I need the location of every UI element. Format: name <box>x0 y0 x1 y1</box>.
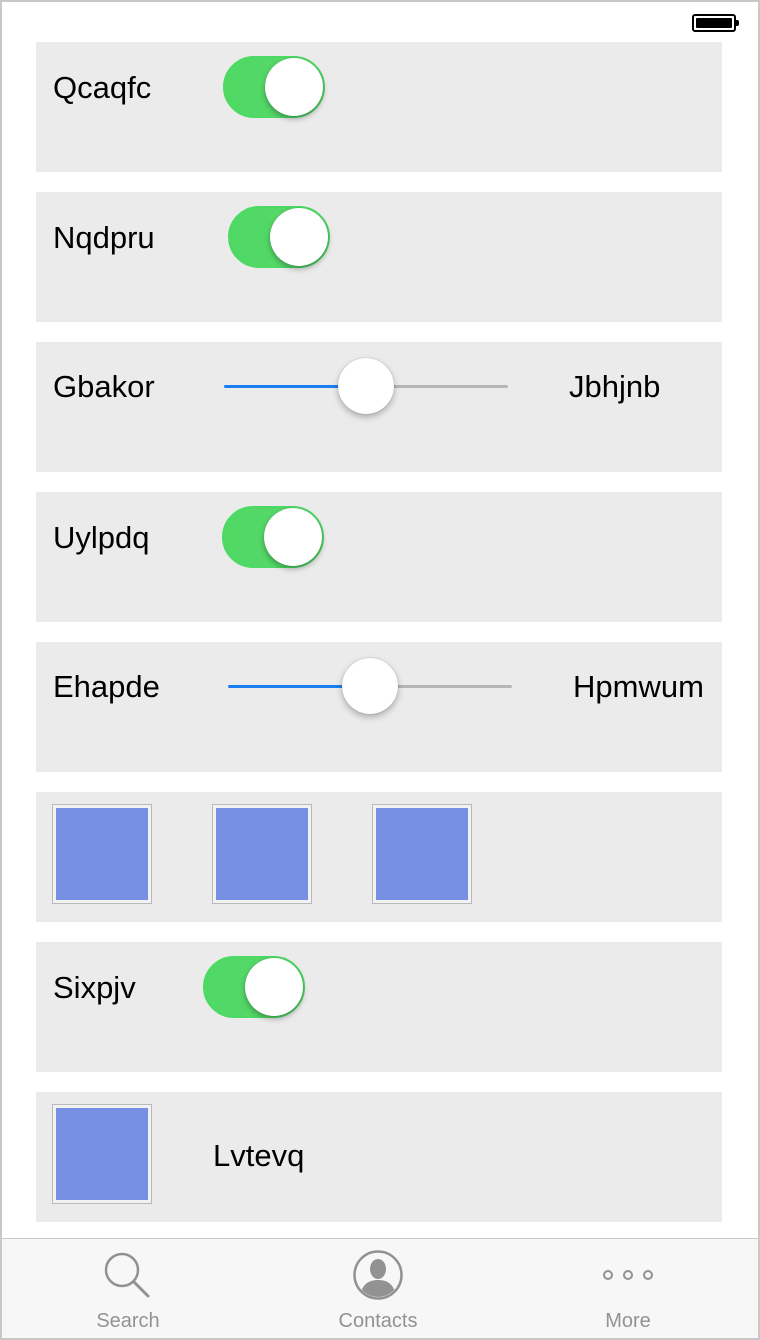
tab-contacts[interactable]: Contacts <box>288 1239 468 1338</box>
tab-more[interactable]: More <box>538 1239 718 1338</box>
tab-label: Contacts <box>338 1310 418 1332</box>
switch-knob <box>265 58 323 116</box>
image-thumbnail[interactable] <box>52 804 152 904</box>
slider-value-label: Jbhjnb <box>569 369 661 404</box>
slider-thumb[interactable] <box>338 358 394 414</box>
list-item-qcaqfc: Qcaqfc <box>36 42 722 172</box>
list-item-nqdpru: Nqdpru <box>36 192 722 322</box>
image-thumbnail[interactable] <box>372 804 472 904</box>
nqdpru-toggle[interactable] <box>228 206 330 268</box>
list-item-gbakor: Gbakor Jbhjnb <box>36 342 722 472</box>
list-item-sixpjv: Sixpjv <box>36 942 722 1072</box>
slider-value-label: Hpmwum <box>573 669 704 704</box>
search-icon <box>104 1252 150 1298</box>
list-item-lvtevq: Lvtevq <box>36 1092 722 1222</box>
row-label: Nqdpru <box>53 220 155 255</box>
row-label: Uylpdq <box>53 520 150 555</box>
switch-knob <box>264 508 322 566</box>
tab-label: More <box>605 1310 651 1332</box>
tab-label: Search <box>96 1310 160 1332</box>
list-item-ehapde: Ehapde Hpmwum <box>36 642 722 772</box>
list-item-images <box>36 792 722 922</box>
row-label: Ehapde <box>53 669 160 704</box>
tab-bar: Search Contacts More <box>2 1238 758 1338</box>
uylpdq-toggle[interactable] <box>222 506 324 568</box>
contacts-icon <box>353 1250 403 1300</box>
image-thumbnail[interactable] <box>52 1104 152 1204</box>
list-item-uylpdq: Uylpdq <box>36 492 722 622</box>
tab-search[interactable]: Search <box>38 1239 218 1338</box>
switch-knob <box>245 958 303 1016</box>
sixpjv-toggle[interactable] <box>203 956 305 1018</box>
more-icon <box>603 1270 653 1280</box>
row-label: Lvtevq <box>213 1138 305 1173</box>
switch-knob <box>270 208 328 266</box>
row-label: Sixpjv <box>53 970 136 1005</box>
row-label: Qcaqfc <box>53 70 152 105</box>
qcaqfc-toggle[interactable] <box>223 56 325 118</box>
row-label: Gbakor <box>53 369 155 404</box>
slider-thumb[interactable] <box>342 658 398 714</box>
gbakor-slider[interactable] <box>224 356 508 416</box>
image-thumbnail[interactable] <box>212 804 312 904</box>
battery-icon <box>692 14 739 32</box>
app-screen: Qcaqfc Nqdpru Gbakor Jbhjnb Uylpdq Ehapd… <box>0 0 760 1340</box>
ehapde-slider[interactable] <box>228 656 512 716</box>
